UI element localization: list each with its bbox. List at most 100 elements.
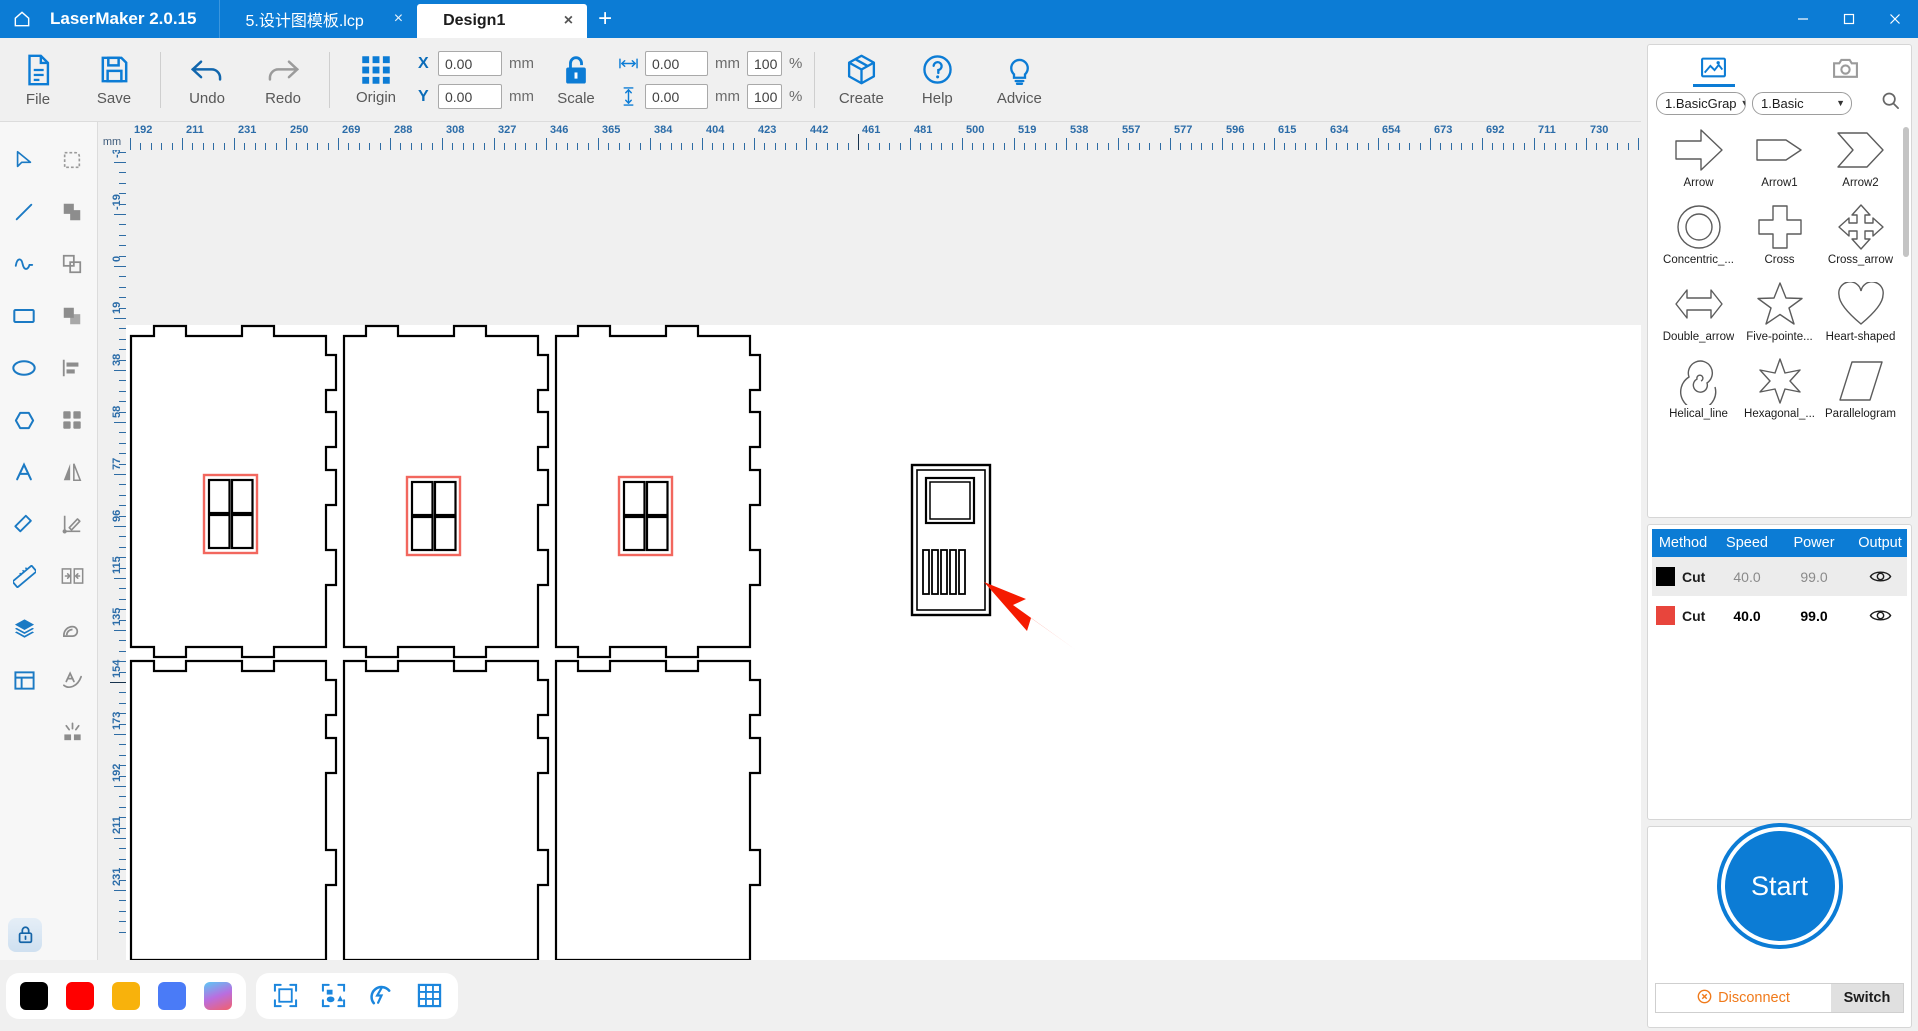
- shape-item-helical[interactable]: Helical_line: [1658, 354, 1739, 431]
- help-button[interactable]: Help: [899, 38, 975, 122]
- eraser-tool[interactable]: [0, 498, 48, 550]
- home-icon[interactable]: [0, 0, 44, 38]
- width-percent-input[interactable]: 100: [747, 51, 782, 76]
- eye-icon[interactable]: [1848, 608, 1912, 623]
- horizontal-ruler[interactable]: 192 211 231 250 269 288 308 327 346 365 384 404 423 4…: [98, 122, 1641, 150]
- height-input[interactable]: 0.00: [645, 84, 708, 109]
- ruler-minor-tick: [660, 143, 662, 150]
- color-blue[interactable]: [158, 981, 186, 1010]
- subcategory-select[interactable]: 1.Basic ▼: [1752, 91, 1852, 115]
- grid-icon[interactable]: [414, 983, 444, 1008]
- text-on-path-tool[interactable]: [48, 654, 96, 706]
- tab-design-template[interactable]: 5.设计图模板.lcp ×: [220, 0, 418, 38]
- undo-button[interactable]: Undo: [169, 38, 245, 122]
- draw-edit-tool[interactable]: [48, 498, 96, 550]
- layer-power-value[interactable]: 99.0: [1780, 608, 1848, 624]
- shape-item-heart[interactable]: Heart-shaped: [1820, 277, 1901, 354]
- layer-power-value[interactable]: 99.0: [1780, 569, 1848, 585]
- shape-item-parallelogram[interactable]: Parallelogram: [1820, 354, 1901, 431]
- close-button[interactable]: [1872, 0, 1918, 38]
- close-icon[interactable]: ×: [394, 11, 403, 27]
- shape-item-concentric[interactable]: Concentric_...: [1658, 200, 1739, 277]
- distribute-tool[interactable]: [48, 394, 96, 446]
- advice-button[interactable]: Advice: [975, 38, 1063, 122]
- file-button[interactable]: File: [0, 38, 76, 122]
- shape-grid[interactable]: Arrow Arrow1 Arrow2 Concentric_... Cross Cros…: [1648, 123, 1911, 517]
- layer-color-swatch[interactable]: [1656, 567, 1675, 586]
- height-percent-input[interactable]: 100: [747, 84, 782, 109]
- node-edit-tool[interactable]: [48, 134, 96, 186]
- width-input[interactable]: 0.00: [645, 51, 708, 76]
- fit-width-tool[interactable]: [48, 550, 96, 602]
- explode-tool[interactable]: [48, 706, 96, 758]
- disconnect-button[interactable]: Disconnect: [1656, 984, 1831, 1012]
- drawing-stage[interactable]: [126, 150, 1641, 960]
- box-panel-2-lower: [342, 659, 550, 960]
- measure-tool[interactable]: [0, 550, 48, 602]
- origin-button[interactable]: Origin: [338, 38, 414, 122]
- objects-fit-icon[interactable]: [318, 983, 348, 1008]
- x-input[interactable]: 0.00: [438, 51, 502, 76]
- shape-item-star5[interactable]: Five-pointe...: [1739, 277, 1820, 354]
- color-gradient[interactable]: [204, 981, 232, 1010]
- offset-tool[interactable]: [48, 602, 96, 654]
- create-button[interactable]: Create: [823, 38, 899, 122]
- shape-item-arrow[interactable]: Arrow: [1658, 123, 1739, 200]
- text-tool[interactable]: [0, 446, 48, 498]
- tab-design1[interactable]: Design1 ×: [417, 4, 588, 38]
- layout-tool[interactable]: [0, 654, 48, 706]
- category-select[interactable]: 1.BasicGrap ▼: [1656, 91, 1746, 115]
- align-tool[interactable]: [48, 342, 96, 394]
- line-tool[interactable]: [0, 186, 48, 238]
- minimize-button[interactable]: [1780, 0, 1826, 38]
- polygon-tool[interactable]: [0, 394, 48, 446]
- shape-item-double_arrow[interactable]: Double_arrow: [1658, 277, 1739, 354]
- color-black[interactable]: [20, 981, 48, 1010]
- curve-tool[interactable]: [0, 238, 48, 290]
- layers-tool[interactable]: [0, 602, 48, 654]
- color-palette: [6, 972, 246, 1019]
- mirror-tool[interactable]: [48, 446, 96, 498]
- table-row[interactable]: Cut 40.0 99.0: [1652, 596, 1907, 635]
- frame-fit-icon[interactable]: [270, 983, 300, 1008]
- color-red[interactable]: [66, 981, 94, 1010]
- shape-item-cross_arrow[interactable]: Cross_arrow: [1820, 200, 1901, 277]
- maximize-button[interactable]: [1826, 0, 1872, 38]
- close-icon[interactable]: ×: [564, 13, 573, 29]
- intersect-tool[interactable]: [48, 290, 96, 342]
- camera-tab[interactable]: [1780, 45, 1912, 91]
- layer-speed-value[interactable]: 40.0: [1714, 608, 1780, 624]
- ruler-minor-tick: [119, 224, 126, 226]
- layer-speed-value[interactable]: 40.0: [1714, 569, 1780, 585]
- color-orange[interactable]: [112, 981, 140, 1010]
- design-drawing[interactable]: [126, 150, 1641, 960]
- ellipse-tool[interactable]: [0, 342, 48, 394]
- shape-item-star6[interactable]: Hexagonal_...: [1739, 354, 1820, 431]
- layer-color-swatch[interactable]: [1656, 606, 1675, 625]
- rectangle-tool[interactable]: [0, 290, 48, 342]
- table-row[interactable]: Cut 40.0 99.0: [1652, 557, 1907, 596]
- redo-button[interactable]: Redo: [245, 38, 321, 122]
- start-button[interactable]: Start: [1720, 827, 1839, 945]
- save-button[interactable]: Save: [76, 38, 152, 122]
- shape-item-arrow2[interactable]: Arrow2: [1820, 123, 1901, 200]
- graphics-library-tab[interactable]: [1648, 45, 1780, 91]
- select-tool[interactable]: [0, 134, 48, 186]
- shape-item-cross[interactable]: Cross: [1739, 200, 1820, 277]
- scale-lock-button[interactable]: Scale: [538, 38, 614, 122]
- canvas-area[interactable]: mm 192 211 231 250 269 288 308 327 346 365 384 404 4…: [98, 122, 1641, 960]
- eye-icon[interactable]: [1848, 569, 1912, 584]
- ruler-minor-tick: [1076, 143, 1078, 150]
- ruler-minor-tick: [1024, 143, 1026, 150]
- switch-button[interactable]: Switch: [1831, 984, 1903, 1012]
- add-tab-button[interactable]: +: [587, 0, 623, 38]
- vertical-ruler[interactable]: -58-38-190193858779611513515417319221123…: [98, 150, 126, 960]
- lock-icon[interactable]: [8, 918, 42, 952]
- magnet-icon[interactable]: [366, 983, 396, 1008]
- search-icon[interactable]: [1881, 91, 1900, 115]
- union-tool[interactable]: [48, 186, 96, 238]
- shape-item-arrow1[interactable]: Arrow1: [1739, 123, 1820, 200]
- y-input[interactable]: 0.00: [438, 84, 502, 109]
- subtract-tool[interactable]: [48, 238, 96, 290]
- library-scrollbar[interactable]: [1903, 127, 1909, 257]
